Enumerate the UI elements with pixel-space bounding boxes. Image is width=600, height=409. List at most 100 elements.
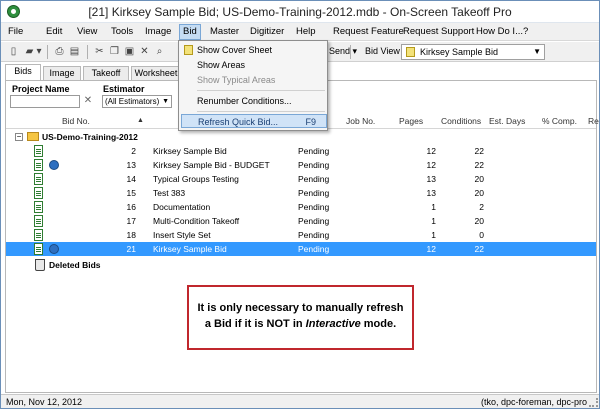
col-pct-comp[interactable]: % Comp. <box>542 114 577 128</box>
bid-status: Pending <box>298 160 330 170</box>
menu-file[interactable]: File <box>5 25 26 39</box>
bid-pages: 1 <box>431 230 436 240</box>
bid-document-icon <box>34 173 43 185</box>
estimator-value: (All Estimators) <box>105 97 160 106</box>
table-row[interactable]: 17 Multi-Condition Takeoff Pending 1 20 <box>6 214 596 228</box>
menu-help[interactable]: Help <box>293 25 319 39</box>
col-re[interactable]: Re <box>588 114 599 128</box>
print-preview-icon[interactable]: ▤ <box>68 45 81 58</box>
menu-request-support[interactable]: Request Support <box>400 25 477 39</box>
bid-pages: 12 <box>426 244 436 254</box>
open-dropdown-icon[interactable]: ▾ <box>35 45 43 58</box>
bid-no: 21 <box>126 244 136 254</box>
tab-takeoff[interactable]: Takeoff <box>83 66 129 80</box>
menuitem-renumber-conditions[interactable]: Renumber Conditions... <box>181 94 327 108</box>
bid-pages: 12 <box>426 146 436 156</box>
resize-grip-icon[interactable] <box>589 398 598 407</box>
menuitem-show-typical-areas: Show Typical Areas <box>197 75 276 85</box>
menu-bid[interactable]: Bid <box>179 24 201 40</box>
menuitem-show-cover-sheet[interactable]: Show Cover Sheet <box>181 43 327 57</box>
project-row[interactable]: − US-Demo-Training-2012 <box>6 130 596 144</box>
window-title: [21] Kirksey Sample Bid; US-Demo-Trainin… <box>88 5 512 19</box>
col-job-no[interactable]: Job No. <box>346 114 375 128</box>
bidview-select[interactable]: Kirksey Sample Bid ▼ <box>401 44 545 60</box>
menu-edit[interactable]: Edit <box>43 25 65 39</box>
delete-icon[interactable]: ✕ <box>138 45 151 58</box>
bid-no: 13 <box>126 160 136 170</box>
col-conditions[interactable]: Conditions <box>441 114 481 128</box>
bid-conditions: 20 <box>474 188 484 198</box>
bid-name: Multi-Condition Takeoff <box>153 216 240 226</box>
bid-no: 15 <box>126 188 136 198</box>
table-row[interactable]: 15 Test 383 Pending 13 20 <box>6 186 596 200</box>
tab-worksheet[interactable]: Worksheet <box>131 66 181 80</box>
bid-name: Test 383 <box>153 188 186 198</box>
clear-filter-icon[interactable]: ✕ <box>82 95 94 107</box>
new-bid-icon[interactable]: ▯ <box>7 45 20 58</box>
find-icon[interactable]: ⌕ <box>153 45 166 58</box>
bid-icon <box>406 47 415 57</box>
table-row[interactable]: 14 Typical Groups Testing Pending 13 20 <box>6 172 596 186</box>
table-row[interactable]: 18 Insert Style Set Pending 1 0 <box>6 228 596 242</box>
cut-icon[interactable]: ✂ <box>93 45 106 58</box>
menu-how-do-i[interactable]: How Do I...? <box>473 25 531 39</box>
table-row[interactable]: 13 Kirksey Sample Bid - BUDGET Pending 12 22 <box>6 158 596 172</box>
bid-name: Typical Groups Testing <box>153 174 239 184</box>
tab-image[interactable]: Image <box>43 66 81 80</box>
tab-bids[interactable]: Bids <box>5 64 41 80</box>
copy-icon[interactable]: ❐ <box>108 45 121 58</box>
chevron-down-icon: ▼ <box>533 47 541 56</box>
bid-status: Pending <box>298 202 330 212</box>
menu-bar: File Edit View Tools Image Bid Master Di… <box>1 23 599 41</box>
title-bar: [21] Kirksey Sample Bid; US-Demo-Trainin… <box>1 1 599 23</box>
menu-digitizer[interactable]: Digitizer <box>247 25 287 39</box>
paste-icon[interactable]: ▣ <box>123 45 136 58</box>
project-name-input[interactable] <box>10 95 80 108</box>
menuitem-refresh-quick-bid[interactable]: Refresh Quick Bid... F9 <box>181 114 327 128</box>
bid-status: Pending <box>298 216 330 226</box>
bid-no: 2 <box>131 146 136 156</box>
bid-conditions: 22 <box>474 146 484 156</box>
table-row[interactable]: 16 Documentation Pending 1 2 <box>6 200 596 214</box>
menu-request-feature[interactable]: Request Feature <box>330 25 407 39</box>
bid-conditions: 20 <box>474 174 484 184</box>
col-pages[interactable]: Pages <box>399 114 423 128</box>
chevron-down-icon: ▼ <box>162 98 169 105</box>
callout-text: a Bid if it is NOT in <box>204 318 306 330</box>
collapse-icon[interactable]: − <box>15 133 23 141</box>
menu-separator <box>197 90 325 91</box>
menuitem-label: Refresh Quick Bid... <box>198 117 279 127</box>
app-window: [21] Kirksey Sample Bid; US-Demo-Trainin… <box>0 0 600 409</box>
menu-master[interactable]: Master <box>207 25 242 39</box>
send-button[interactable]: Send ▾ <box>329 46 357 57</box>
bid-status: Pending <box>298 188 330 198</box>
bid-conditions: 22 <box>474 160 484 170</box>
toolbar-divider <box>47 45 48 59</box>
bid-conditions: 22 <box>474 244 484 254</box>
print-icon[interactable]: ⎙ <box>53 45 66 58</box>
menu-image[interactable]: Image <box>142 25 174 39</box>
menu-tools[interactable]: Tools <box>108 25 136 39</box>
menuitem-show-areas[interactable]: Show Areas <box>181 58 327 72</box>
estimator-select[interactable]: (All Estimators) ▼ <box>102 95 172 108</box>
bid-no: 16 <box>126 202 136 212</box>
menu-view[interactable]: View <box>74 25 100 39</box>
deleted-bids-label: Deleted Bids <box>49 260 101 270</box>
bid-document-icon <box>34 187 43 199</box>
callout-text: mode. <box>360 318 397 330</box>
bid-document-icon <box>34 145 43 157</box>
project-name-label: Project Name <box>12 84 70 94</box>
sort-ascending-icon: ▲ <box>137 117 144 124</box>
bid-document-icon <box>34 215 43 227</box>
col-bid-no[interactable]: Bid No. <box>62 114 90 128</box>
bid-no: 14 <box>126 174 136 184</box>
table-row[interactable]: 2 Kirksey Sample Bid Pending 12 22 <box>6 144 596 158</box>
table-row[interactable]: 21 Kirksey Sample Bid Pending 12 22 <box>6 242 596 256</box>
col-est-days[interactable]: Est. Days <box>489 114 525 128</box>
status-bar: Mon, Nov 12, 2012 (tko, dpc-foreman, dpc… <box>1 394 599 408</box>
bid-name: Kirksey Sample Bid <box>153 146 227 156</box>
deleted-bids-row[interactable]: Deleted Bids <box>6 258 596 272</box>
project-name: US-Demo-Training-2012 <box>42 132 138 142</box>
bid-status: Pending <box>298 230 330 240</box>
trash-icon <box>35 259 45 271</box>
